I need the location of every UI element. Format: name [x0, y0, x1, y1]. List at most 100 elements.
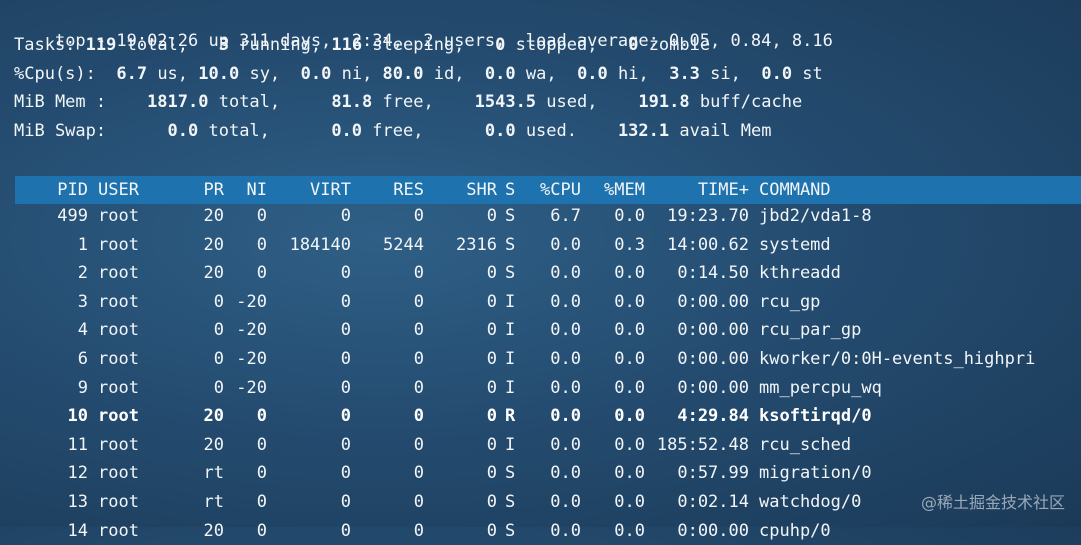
table-row[interactable]: 3 root 0 -20 0 0 0 I 0.0 0.0 0:00.00 rcu_gp: [0, 288, 1081, 316]
cell-pid: 3: [77, 291, 88, 312]
cell-pr: 20: [203, 206, 224, 226]
column-header-cpu[interactable]: %CPU: [521, 176, 581, 204]
cell-ni: 0: [256, 520, 267, 541]
cell-shr: 0: [486, 406, 497, 427]
cell-shr: 0: [486, 434, 497, 455]
swap-used-label: used.: [515, 121, 618, 141]
table-row[interactable]: 14 root 20 0 0 0 0 S 0.0 0.0 0:00.00 cpuhp/0: [0, 517, 1081, 545]
cell-res: 0: [413, 320, 424, 341]
table-row[interactable]: 4 root 0 -20 0 0 0 I 0.0 0.0 0:00.00 rcu_par_gp: [0, 316, 1081, 344]
column-header-user[interactable]: USER: [98, 176, 178, 204]
table-row[interactable]: 11 root 20 0 0 0 0 I 0.0 0.0 185:52.48 rcu_sched: [0, 431, 1081, 459]
cell-pr: 20: [203, 434, 224, 455]
table-row[interactable]: 9 root 0 -20 0 0 0 I 0.0 0.0 0:00.00 mm_percpu_wq: [0, 374, 1081, 402]
cell-user: root: [98, 263, 139, 284]
cell-cpu: 0.0: [550, 434, 581, 455]
mem-cache-label: buff/cache: [689, 92, 803, 112]
cell-time: 19:23.70: [667, 206, 749, 226]
cpu-hi: 0.0: [577, 64, 608, 84]
cell-user: root: [98, 377, 139, 398]
cell-pr: 0: [213, 377, 224, 398]
cell-s: I: [505, 291, 516, 312]
cell-virt: 0: [340, 349, 351, 369]
cell-shr: 0: [486, 206, 497, 226]
cell-pr: 0: [213, 320, 224, 341]
cell-s: S: [505, 520, 516, 541]
tasks-zombie: 0: [628, 35, 639, 55]
cell-user: root: [98, 406, 139, 427]
cpu-wa: 0.0: [484, 64, 516, 84]
cell-res: 0: [413, 463, 424, 484]
column-header-shr[interactable]: SHR: [424, 176, 497, 204]
cell-cpu: 0.0: [550, 377, 581, 398]
mem-used-label: used,: [536, 92, 639, 112]
table-row[interactable]: 2 root 20 0 0 0 0 S 0.0 0.0 0:14.50 kthreadd: [0, 259, 1081, 287]
cell-pr: rt: [203, 463, 224, 484]
cell-virt: 0: [340, 320, 351, 341]
mem-label: MiB Mem :: [14, 92, 148, 112]
column-header-s[interactable]: S: [505, 176, 521, 204]
swap-total: 0.0: [167, 121, 199, 141]
cell-user: root: [98, 463, 139, 484]
cell-user: root: [98, 434, 139, 455]
cell-ni: -20: [236, 320, 267, 341]
cell-mem: 0.0: [614, 463, 645, 484]
column-header-virt[interactable]: VIRT: [267, 176, 351, 204]
column-header-mem[interactable]: %MEM: [581, 176, 645, 204]
cell-time: 0:00.00: [677, 291, 749, 312]
cell-user: root: [98, 349, 139, 369]
cell-time: 0:00.00: [677, 320, 749, 341]
cell-user: root: [98, 320, 139, 341]
cell-user: root: [98, 291, 139, 312]
cpu-ni-label: ni,: [331, 64, 383, 84]
cell-ni: 0: [256, 492, 267, 512]
mem-total: 1817.0: [147, 92, 209, 112]
cpu-ni: 0.0: [300, 64, 332, 84]
cell-time: 0:57.99: [677, 463, 749, 484]
table-row[interactable]: 12 root rt 0 0 0 0 S 0.0 0.0 0:57.99 migration/0: [0, 459, 1081, 487]
cell-mem: 0.0: [614, 263, 645, 284]
cell-pid: 13: [67, 492, 88, 512]
cell-command: jbd2/vda1-8: [759, 206, 872, 226]
cell-res: 5244: [383, 234, 424, 255]
cell-res: 0: [413, 520, 424, 541]
column-header-res[interactable]: RES: [351, 176, 424, 204]
cpu-id: 80.0: [382, 64, 424, 84]
cell-pr: 0: [213, 291, 224, 312]
cell-command: cpuhp/0: [759, 520, 831, 541]
table-row[interactable]: 1 root 20 0 184140 5244 2316 S 0.0 0.3 14:00.62 sys…: [0, 231, 1081, 259]
swap-label: MiB Swap:: [14, 121, 168, 141]
column-header-pr[interactable]: PR: [178, 176, 224, 204]
cpu-sy: 10.0: [198, 64, 240, 84]
column-header-ni[interactable]: NI: [224, 176, 267, 204]
table-row[interactable]: 6 root 0 -20 0 0 0 I 0.0 0.0 0:00.00 kworker/0:0H-e…: [0, 345, 1081, 373]
cpu-si: 3.3: [669, 64, 700, 84]
mem-free: 81.8: [331, 92, 373, 112]
terminal-window[interactable]: top - 19:02:26 up 311 days, 2:34, 2 user…: [0, 0, 1081, 541]
cell-ni: 0: [256, 234, 267, 255]
table-row[interactable]: 13 root rt 0 0 0 0 S 0.0 0.0 0:02.14 watchdog/0: [0, 488, 1081, 516]
cell-pid: 10: [67, 406, 88, 427]
cell-command: systemd: [759, 234, 831, 255]
cell-res: 0: [413, 406, 424, 427]
cell-pid: 4: [77, 320, 88, 341]
cpu-hi-label: hi,: [607, 64, 670, 84]
cell-command: kworker/0:0H-events_highpri: [759, 349, 1036, 369]
table-row[interactable]: 10 root 20 0 0 0 0 R 0.0 0.0 4:29.84 ksoftirqd/0: [0, 402, 1081, 430]
cell-mem: 0.0: [614, 406, 645, 427]
swap-used: 0.0: [484, 121, 516, 141]
cell-pid: 2: [77, 263, 88, 284]
cell-res: 0: [413, 377, 424, 398]
cell-pid: 11: [67, 434, 88, 455]
cpu-si-label: si,: [699, 64, 762, 84]
tasks-running-label: running,: [228, 35, 332, 55]
column-header-time[interactable]: TIME+: [645, 176, 749, 204]
column-header-command[interactable]: COMMAND: [759, 176, 1069, 204]
cell-pr: 20: [203, 406, 224, 427]
column-header-pid[interactable]: PID: [20, 176, 88, 204]
cell-s: S: [505, 463, 516, 484]
table-row[interactable]: 499 root 20 0 0 0 0 S 6.7 0.0 19:23.70 jbd2/vda1-8: [0, 202, 1081, 230]
cell-command: rcu_sched: [759, 434, 852, 455]
cell-pr: 20: [203, 234, 224, 255]
cell-pr: 20: [203, 263, 224, 284]
